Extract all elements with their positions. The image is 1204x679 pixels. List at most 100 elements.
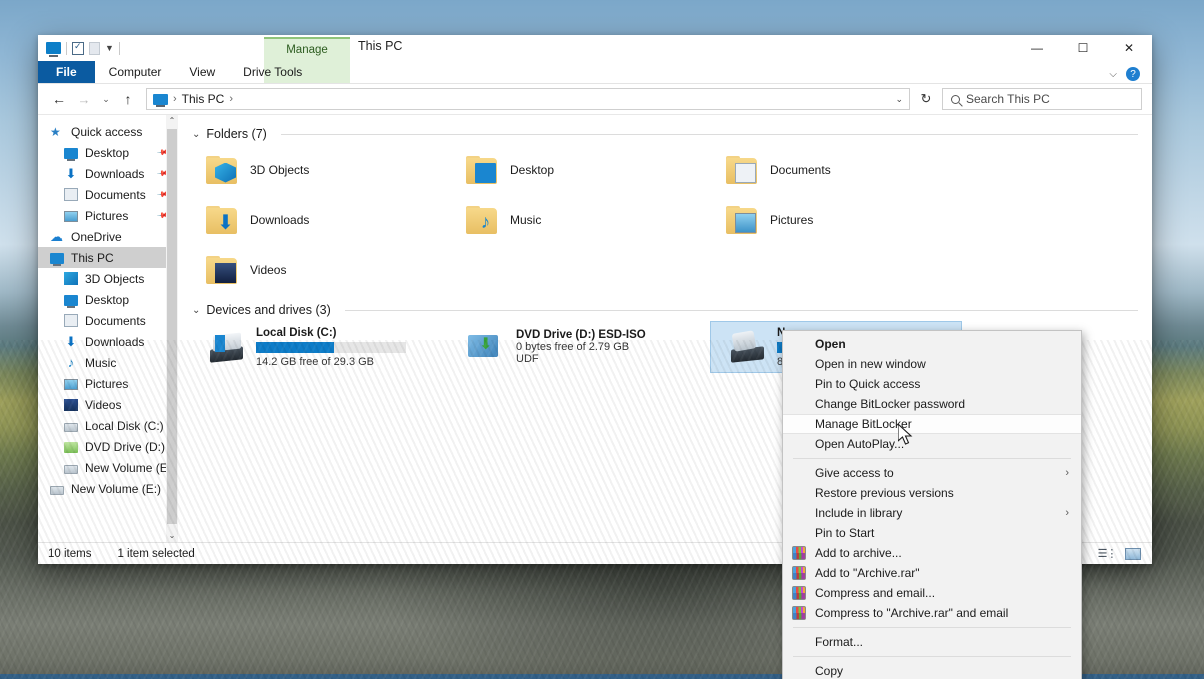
sidebar-item-pictures[interactable]: Pictures bbox=[38, 373, 178, 394]
up-button[interactable]: ↑ bbox=[117, 88, 139, 110]
context-menu-item-open[interactable]: Open bbox=[783, 334, 1081, 354]
context-menu-item-format[interactable]: Format... bbox=[783, 632, 1081, 652]
qat-divider bbox=[118, 41, 120, 55]
details-view-icon[interactable]: ☰⋮ bbox=[1098, 546, 1118, 561]
context-menu-item-compress-to-archive-rar-and-email[interactable]: Compress to "Archive.rar" and email bbox=[783, 603, 1081, 623]
folder-tile[interactable]: 3D Objects bbox=[190, 145, 450, 195]
title-bar: ▼ This PC — ☐ ✕ bbox=[38, 35, 1152, 61]
sidebar-item-dvd-drive-d-e[interactable]: DVD Drive (D:) E bbox=[38, 436, 178, 457]
this-pc-icon[interactable] bbox=[46, 42, 61, 57]
large-icons-view-icon[interactable] bbox=[1124, 546, 1142, 561]
sidebar-item-downloads[interactable]: ⬇ Downloads 📌 bbox=[38, 163, 178, 184]
help-icon[interactable]: ? bbox=[1126, 67, 1140, 81]
breadcrumb[interactable]: › This PC › ⌄ bbox=[146, 88, 910, 110]
context-menu-item-pin-to-quick-access[interactable]: Pin to Quick access bbox=[783, 374, 1081, 394]
context-menu-item-restore-previous-versions[interactable]: Restore previous versions bbox=[783, 483, 1081, 503]
sidebar-item-music[interactable]: ♪ Music bbox=[38, 352, 178, 373]
folder-3d-objects-icon bbox=[206, 155, 240, 185]
drive-tile[interactable]: Local Disk (C:) 14.2 GB free of 29.3 GB bbox=[190, 321, 450, 373]
chevron-down-icon[interactable]: ⌄ bbox=[192, 305, 200, 316]
folder-label: 3D Objects bbox=[250, 163, 310, 177]
search-input[interactable]: Search This PC bbox=[942, 88, 1142, 110]
folder-tile[interactable]: Documents bbox=[710, 145, 970, 195]
scrollbar-thumb[interactable] bbox=[167, 129, 177, 524]
context-menu-item-label: Format... bbox=[815, 635, 864, 649]
sidebar-item-onedrive[interactable]: ☁ OneDrive bbox=[38, 226, 178, 247]
folder-tile[interactable]: Pictures bbox=[710, 195, 970, 245]
devices-group-header[interactable]: ⌄ Devices and drives (3) bbox=[192, 303, 1152, 317]
sidebar-item-local-disk-c[interactable]: Local Disk (C:) bbox=[38, 415, 178, 436]
sidebar-item-this-pc[interactable]: This PC bbox=[38, 247, 178, 268]
sidebar-item-desktop[interactable]: Desktop 📌 bbox=[38, 142, 178, 163]
sidebar-item-documents[interactable]: Documents bbox=[38, 310, 178, 331]
folder-label: Documents bbox=[770, 163, 831, 177]
sidebar-item-quick-access[interactable]: ★ Quick access bbox=[38, 121, 178, 142]
sidebar-item-new-volume-e[interactable]: New Volume (E:) bbox=[38, 478, 178, 499]
context-menu-item-pin-to-start[interactable]: Pin to Start bbox=[783, 523, 1081, 543]
sidebar-item-desktop[interactable]: Desktop bbox=[38, 289, 178, 310]
chevron-down-icon[interactable]: ⌄ bbox=[192, 129, 200, 140]
maximize-button[interactable]: ☐ bbox=[1060, 35, 1106, 61]
dvd-drive-icon: ⬇ bbox=[466, 331, 506, 363]
context-menu-item-copy[interactable]: Copy bbox=[783, 661, 1081, 679]
chevron-down-icon[interactable]: ⌵ bbox=[1109, 69, 1117, 80]
sidebar-item-label: Pictures bbox=[85, 376, 129, 391]
menu-separator bbox=[793, 627, 1071, 628]
drive-filesystem: UDF bbox=[516, 353, 539, 365]
folder-downloads-icon: ⬇ bbox=[206, 205, 240, 235]
folder-tile[interactable]: ⬇ Downloads bbox=[190, 195, 450, 245]
context-menu-item-label: Open bbox=[815, 337, 846, 351]
sidebar-item-documents[interactable]: Documents 📌 bbox=[38, 184, 178, 205]
back-button[interactable]: ← bbox=[48, 88, 70, 110]
sidebar-item-3d-objects[interactable]: 3D Objects bbox=[38, 268, 178, 289]
tab-file[interactable]: File bbox=[38, 61, 95, 84]
ribbon-tab-strip: Manage File Computer View Drive Tools ⌵ … bbox=[38, 37, 1152, 84]
refresh-button[interactable]: ↻ bbox=[913, 88, 939, 110]
breadcrumb-this-pc[interactable]: This PC bbox=[182, 92, 225, 106]
properties-icon[interactable] bbox=[72, 41, 84, 55]
submenu-arrow-icon: › bbox=[1065, 467, 1069, 479]
hard-drive-icon bbox=[64, 464, 78, 474]
winrar-icon bbox=[792, 566, 806, 580]
sidebar-item-label: Documents bbox=[85, 187, 146, 202]
context-menu-item-label: Copy bbox=[815, 664, 844, 678]
new-folder-icon[interactable] bbox=[89, 41, 100, 55]
chevron-down-icon[interactable]: ▼ bbox=[105, 43, 114, 53]
folder-label: Videos bbox=[250, 263, 287, 277]
folders-group-header[interactable]: ⌄ Folders (7) bbox=[192, 127, 1152, 141]
sidebar-item-new-volume-e[interactable]: New Volume (E:) bbox=[38, 457, 178, 478]
sidebar-item-pictures[interactable]: Pictures 📌 bbox=[38, 205, 178, 226]
recent-locations-icon[interactable]: ⌄ bbox=[98, 88, 114, 110]
scroll-down-icon[interactable]: ⌄ bbox=[169, 530, 176, 542]
ribbon-right-controls: ⌵ ? bbox=[1109, 67, 1152, 84]
context-menu-item-add-to-archive-rar[interactable]: Add to "Archive.rar" bbox=[783, 563, 1081, 583]
context-menu-item-change-bitlocker-password[interactable]: Change BitLocker password bbox=[783, 394, 1081, 414]
context-menu-item-open-in-new-window[interactable]: Open in new window bbox=[783, 354, 1081, 374]
onedrive-icon: ☁ bbox=[50, 228, 63, 244]
drive-tile[interactable]: ⬇ DVD Drive (D:) ESD-ISO 0 bytes free of 2… bbox=[450, 321, 710, 373]
tab-drive-tools[interactable]: Drive Tools bbox=[229, 61, 316, 84]
context-menu-item-give-access-to[interactable]: Give access to › bbox=[783, 463, 1081, 483]
local-disk-icon bbox=[206, 331, 246, 363]
context-menu-item-compress-and-email[interactable]: Compress and email... bbox=[783, 583, 1081, 603]
folder-tile[interactable]: Videos bbox=[190, 245, 450, 295]
context-menu-item-include-in-library[interactable]: Include in library › bbox=[783, 503, 1081, 523]
minimize-button[interactable]: — bbox=[1014, 35, 1060, 61]
folders-group-title: Folders (7) bbox=[206, 127, 267, 141]
scroll-up-icon[interactable]: ⌃ bbox=[169, 115, 176, 127]
breadcrumb-separator[interactable]: › bbox=[229, 93, 233, 105]
navigation-scrollbar[interactable]: ⌃ ⌄ bbox=[166, 115, 178, 542]
context-menu-item-manage-bitlocker[interactable]: Manage BitLocker bbox=[783, 414, 1081, 434]
folder-tile[interactable]: ♪ Music bbox=[450, 195, 710, 245]
this-pc-icon bbox=[50, 253, 64, 266]
folder-tile[interactable]: Desktop bbox=[450, 145, 710, 195]
sidebar-item-downloads[interactable]: ⬇ Downloads bbox=[38, 331, 178, 352]
sidebar-item-videos[interactable]: Videos bbox=[38, 394, 178, 415]
close-button[interactable]: ✕ bbox=[1106, 35, 1152, 61]
context-menu-item-add-to-archive[interactable]: Add to archive... bbox=[783, 543, 1081, 563]
forward-button[interactable]: → bbox=[73, 88, 95, 110]
context-menu-item-open-autoplay[interactable]: Open AutoPlay... bbox=[783, 434, 1081, 454]
chevron-down-icon[interactable]: ⌄ bbox=[895, 94, 903, 105]
tab-computer[interactable]: Computer bbox=[95, 61, 176, 84]
tab-view[interactable]: View bbox=[175, 61, 229, 84]
